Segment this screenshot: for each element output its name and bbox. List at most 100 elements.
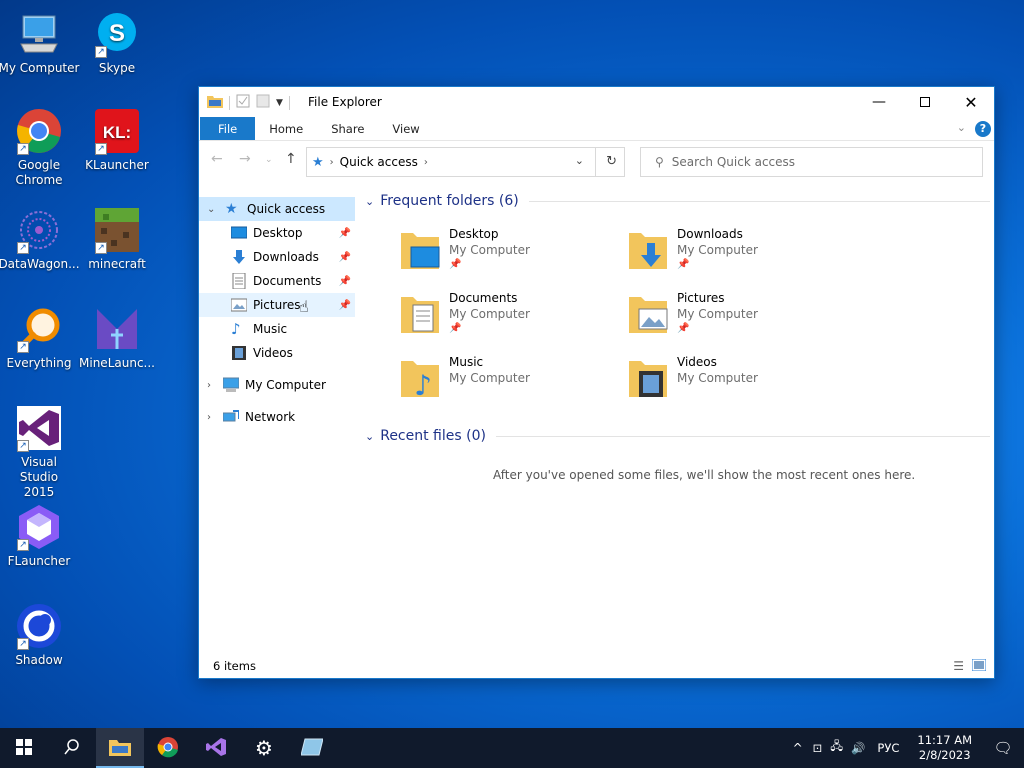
shortcut-arrow-icon: ↗	[17, 242, 29, 254]
expand-chevron-icon[interactable]: ›	[207, 412, 211, 423]
desktop-icon-label: Shadow	[15, 653, 63, 667]
pictures-folder-icon	[627, 293, 671, 337]
desktop-icon-minelauncher[interactable]: MineLaunc...	[76, 305, 158, 371]
details-view-icon[interactable]: ☰	[953, 659, 964, 673]
desktop-icon-skype[interactable]: S ↗ Skype	[76, 10, 158, 76]
nav-item-label: Desktop	[253, 226, 303, 240]
nav-item-music[interactable]: ♪ Music	[199, 317, 355, 341]
downloads-folder-icon	[627, 229, 671, 273]
recent-files-empty-message: After you've opened some files, we'll sh…	[493, 468, 916, 482]
expand-ribbon-icon[interactable]: ⌄	[957, 121, 966, 134]
nav-item-desktop[interactable]: Desktop 📌	[199, 221, 355, 245]
back-arrow-icon[interactable]: ←	[211, 151, 223, 167]
customize-dropdown-icon[interactable]: ▼	[276, 98, 283, 108]
up-arrow-icon[interactable]: ↑	[285, 151, 297, 167]
breadcrumb-chevron-icon[interactable]: ›	[424, 157, 428, 168]
desktop-icon-datawagon[interactable]: ↗ DataWagon...	[0, 206, 80, 272]
search-button[interactable]	[48, 728, 96, 768]
large-icons-view-icon[interactable]	[971, 658, 987, 674]
minimize-button[interactable]: —	[856, 87, 902, 117]
clock[interactable]: 11:17 AM 2/8/2023	[907, 733, 982, 763]
folder-name: Videos	[677, 355, 717, 369]
maximize-button[interactable]	[902, 87, 948, 117]
shortcut-arrow-icon: ↗	[17, 440, 29, 452]
folder-name: Music	[449, 355, 484, 369]
taskbar-chrome[interactable]	[144, 728, 192, 768]
breadcrumb-chevron-icon[interactable]: ›	[330, 157, 334, 168]
help-icon[interactable]: ?	[975, 121, 991, 137]
shortcut-arrow-icon: ↗	[17, 341, 29, 353]
desktop-icon-my-computer[interactable]: My Computer	[0, 10, 80, 76]
frequent-folders-header[interactable]: ⌄ Frequent folders (6)	[365, 193, 990, 209]
folder-tile-videos[interactable]: Videos My Computer	[627, 353, 847, 409]
title-bar[interactable]: ▼ File Explorer — ✕	[199, 87, 994, 117]
desktop-icon-everything[interactable]: ↗ Everything	[0, 305, 80, 371]
folder-tile-documents[interactable]: Documents My Computer 📌	[399, 289, 619, 345]
nav-quick-access[interactable]: ⌄ ★ Quick access	[199, 197, 355, 221]
tab-share[interactable]: Share	[317, 117, 378, 140]
new-folder-icon[interactable]	[256, 94, 270, 111]
shadow-icon: ↗	[15, 602, 63, 650]
pin-icon: 📌	[338, 251, 351, 263]
desktop-icon-visual-studio[interactable]: ↗ Visual Studio 2015	[0, 404, 80, 500]
refresh-icon[interactable]: ↻	[606, 154, 617, 169]
folder-tile-pictures[interactable]: Pictures My Computer 📌	[627, 289, 847, 345]
address-bar[interactable]: ★ › Quick access › ⌄ ↻	[306, 147, 625, 177]
group-divider	[528, 200, 990, 202]
close-button[interactable]: ✕	[948, 87, 994, 117]
desktop-icon-klauncher[interactable]: KL: ↗ KLauncher	[76, 107, 158, 173]
forward-arrow-icon[interactable]: →	[239, 151, 251, 167]
tray-app-icon[interactable]: ⊡	[809, 741, 827, 755]
pin-icon: 📌	[338, 227, 351, 239]
taskbar-app[interactable]	[288, 728, 336, 768]
recent-locations-chevron-icon[interactable]: ⌄	[265, 155, 273, 165]
minelauncher-icon	[93, 305, 141, 353]
notifications-icon[interactable]: 🗨	[982, 739, 1024, 757]
expand-chevron-icon[interactable]: ›	[207, 380, 211, 391]
network-icon[interactable]: 🖧	[826, 739, 847, 758]
recent-files-header[interactable]: ⌄ Recent files (0)	[365, 428, 990, 444]
pin-icon: 📌	[449, 323, 462, 334]
volume-icon[interactable]: 🔊	[847, 741, 869, 755]
minecraft-icon: ↗	[93, 206, 141, 254]
windows-logo-icon	[16, 738, 32, 758]
desktop-icon-minecraft[interactable]: ↗ minecraft	[76, 206, 158, 272]
nav-my-computer[interactable]: › My Computer	[199, 373, 355, 397]
pictures-icon	[230, 297, 248, 313]
music-note-icon: ♪	[231, 320, 241, 338]
tab-file[interactable]: File	[200, 117, 256, 140]
network-icon	[222, 409, 240, 425]
properties-icon[interactable]	[236, 94, 250, 111]
desktop-icon-shadow[interactable]: ↗ Shadow	[0, 602, 80, 668]
address-dropdown-icon[interactable]: ⌄	[575, 154, 584, 167]
nav-item-label: Network	[245, 410, 296, 424]
show-hidden-icons-chevron-icon[interactable]: ^	[787, 741, 809, 755]
input-language[interactable]: РУС	[869, 741, 907, 755]
hand-cursor-icon: ☝	[299, 297, 309, 316]
nav-item-pictures[interactable]: Pictures 📌 ☝	[199, 293, 355, 317]
taskbar-visual-studio[interactable]	[192, 728, 240, 768]
folder-tile-downloads[interactable]: Downloads My Computer 📌	[627, 225, 847, 281]
search-icon	[64, 738, 80, 758]
collapse-chevron-icon: ⌄	[365, 429, 375, 443]
folder-tile-desktop[interactable]: Desktop My Computer 📌	[399, 225, 619, 281]
folder-tile-music[interactable]: ♪ Music My Computer	[399, 353, 619, 409]
taskbar-file-explorer[interactable]	[96, 728, 144, 768]
breadcrumb[interactable]: Quick access	[340, 155, 418, 169]
nav-item-documents[interactable]: Documents 📌	[199, 269, 355, 293]
desktop-icon-flauncher[interactable]: ↗ FLauncher	[0, 503, 80, 569]
collapse-chevron-icon[interactable]: ⌄	[207, 204, 215, 215]
nav-network[interactable]: › Network	[199, 405, 355, 429]
folder-location: My Computer	[677, 243, 758, 257]
tab-home[interactable]: Home	[255, 117, 317, 140]
start-button[interactable]	[0, 728, 48, 768]
search-input[interactable]: Search Quick access	[672, 155, 795, 169]
nav-item-downloads[interactable]: Downloads 📌	[199, 245, 355, 269]
search-box[interactable]: ⚲ Search Quick access	[640, 147, 983, 177]
desktop-icon-label: Everything	[6, 356, 72, 370]
folder-location: My Computer	[677, 307, 758, 321]
nav-item-videos[interactable]: Videos	[199, 341, 355, 365]
desktop-icon-google-chrome[interactable]: ↗ Google Chrome	[0, 107, 80, 188]
taskbar-settings[interactable]: ⚙	[240, 728, 288, 768]
tab-view[interactable]: View	[378, 117, 433, 140]
